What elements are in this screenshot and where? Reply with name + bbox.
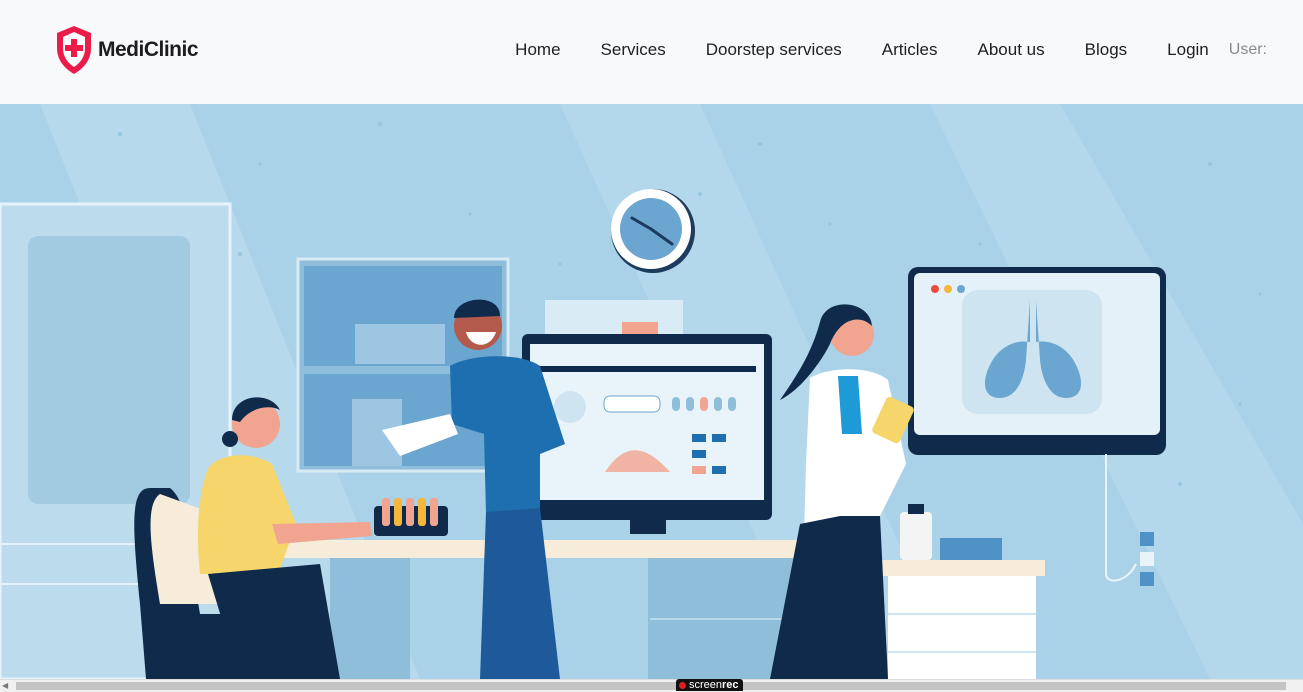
nav-doorstep-services[interactable]: Doorstep services xyxy=(706,38,842,62)
horizontal-scrollbar[interactable]: ◀ xyxy=(0,679,1303,692)
clinic-scene-illustration xyxy=(0,104,1303,679)
screen-recorder-badge: screen rec xyxy=(676,679,743,691)
user-label: User: xyxy=(1228,41,1267,58)
record-dot-icon xyxy=(679,681,686,689)
brand-logo[interactable]: MediClinic xyxy=(54,24,199,76)
nav-services[interactable]: Services xyxy=(601,38,666,62)
nav-blogs[interactable]: Blogs xyxy=(1085,38,1128,62)
hero-banner xyxy=(0,104,1303,679)
scrollbar-thumb[interactable] xyxy=(16,682,1286,690)
main-nav: Home Services Doorstep services Articles… xyxy=(515,38,1267,62)
brand-name: MediClinic xyxy=(98,38,199,61)
nav-home[interactable]: Home xyxy=(515,38,560,62)
nav-login[interactable]: Login xyxy=(1167,38,1209,62)
site-header: MediClinic Home Services Doorstep servic… xyxy=(0,0,1303,104)
scroll-left-arrow-icon[interactable]: ◀ xyxy=(2,681,8,691)
nav-articles[interactable]: Articles xyxy=(882,38,938,62)
shield-cross-icon xyxy=(57,26,91,74)
recorder-label-part2: rec xyxy=(722,679,739,691)
recorder-label-part1: screen xyxy=(689,679,723,691)
nav-about-us[interactable]: About us xyxy=(978,38,1045,62)
